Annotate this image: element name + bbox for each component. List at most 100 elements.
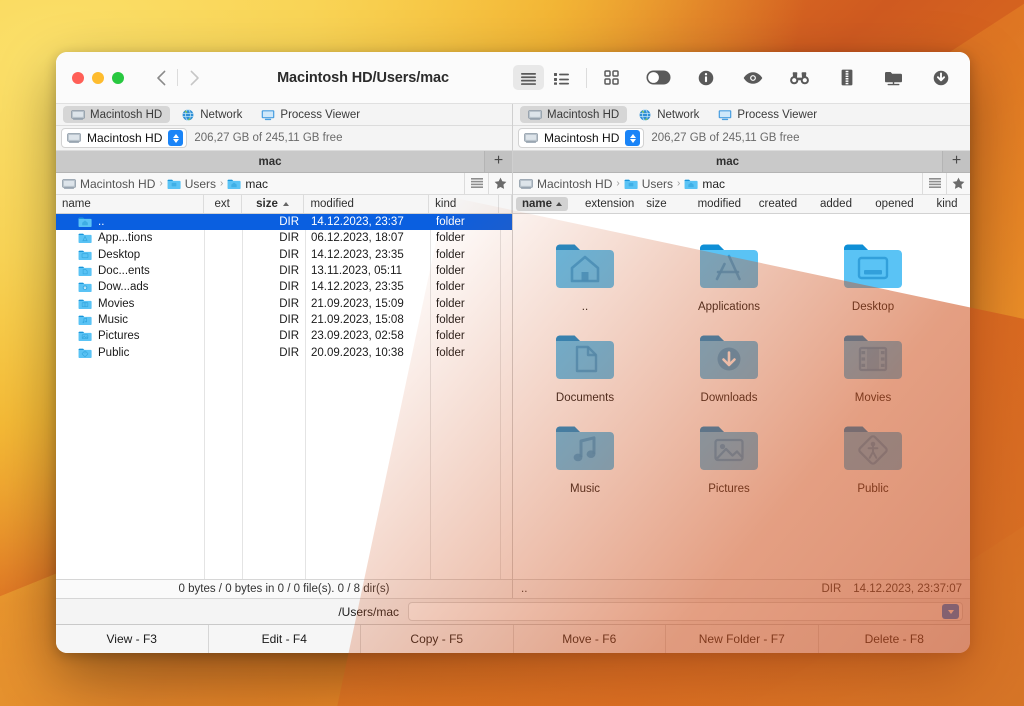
network-folder-button[interactable] [878, 65, 909, 90]
edit-f4-button[interactable]: Edit - F4 [209, 625, 362, 653]
table-row[interactable]: Doc...ents DIR 13.11.2023, 05:11 folder [56, 263, 512, 279]
right-crumb-1[interactable]: Users [624, 177, 673, 191]
left-colhead-spacer [499, 195, 512, 213]
left-file-list[interactable]: .. DIR 14.12.2023, 23:37 folder [56, 214, 512, 579]
right-colhead-size[interactable]: size [640, 195, 691, 213]
grid-item-pictures[interactable]: Pictures [657, 410, 801, 501]
left-add-tab-button[interactable]: + [484, 151, 512, 172]
table-row[interactable]: Dow...ads DIR 14.12.2023, 23:35 folder [56, 279, 512, 295]
move-f6-button[interactable]: Move - F6 [514, 625, 667, 653]
search-button[interactable] [784, 65, 815, 90]
left-drive-tab-label-0: Macintosh HD [90, 109, 162, 121]
downloads-button[interactable] [925, 65, 956, 90]
left-name-label-3: Doc...ents [98, 265, 150, 277]
right-drive-tab-process-viewer[interactable]: Process Viewer [710, 106, 825, 123]
right-drive-tab-macintosh-hd[interactable]: Macintosh HD [520, 106, 627, 123]
view-f3-button[interactable]: View - F3 [56, 625, 209, 653]
left-drive-selector[interactable]: Macintosh HD [61, 128, 187, 148]
table-row[interactable]: Pictures DIR 23.09.2023, 02:58 folder [56, 328, 512, 344]
left-colhead-modified[interactable]: modified [304, 195, 429, 213]
left-cell-modified-4: 14.12.2023, 23:35 [305, 279, 430, 295]
left-colhead-ext[interactable]: ext [204, 195, 242, 213]
right-drive-selector[interactable]: Macintosh HD [518, 128, 644, 148]
right-list-menu-icon[interactable] [922, 173, 946, 194]
right-drive-tab-label-1: Network [657, 109, 699, 121]
left-crumb-2[interactable]: mac [227, 177, 268, 191]
table-row[interactable]: Movies DIR 21.09.2023, 15:09 folder [56, 295, 512, 311]
left-crumb-0[interactable]: Macintosh HD [62, 177, 155, 191]
right-drive-tabs: Macintosh HD Network [513, 104, 970, 126]
left-cell-kind-1: folder [430, 230, 500, 246]
right-folder-tab[interactable]: mac [513, 151, 942, 172]
left-drive-stepper[interactable] [168, 130, 183, 146]
maximize-button[interactable] [112, 72, 124, 84]
table-row[interactable]: .. DIR 14.12.2023, 23:37 folder [56, 214, 512, 230]
left-name-label-8: Public [98, 347, 129, 359]
new-folder-f7-button[interactable]: New Folder - F7 [666, 625, 819, 653]
close-button[interactable] [72, 72, 84, 84]
table-row[interactable]: Public DIR 20.09.2023, 10:38 folder [56, 344, 512, 360]
harddisk-icon [62, 178, 76, 190]
left-cell-name-8: Public [56, 344, 204, 360]
table-row[interactable]: Music DIR 21.09.2023, 15:08 folder [56, 312, 512, 328]
copy-f5-button[interactable]: Copy - F5 [361, 625, 514, 653]
right-drive-stepper[interactable] [625, 130, 640, 146]
right-star-icon[interactable] [946, 173, 970, 194]
left-drive-tab-network[interactable]: Network [173, 106, 250, 123]
right-add-tab-button[interactable]: + [942, 151, 970, 172]
left-folder-tab[interactable]: mac [56, 151, 484, 172]
grid-item-downloads[interactable]: Downloads [657, 319, 801, 410]
table-row[interactable]: Desktop DIR 14.12.2023, 23:35 folder [56, 247, 512, 263]
sort-ascending-icon [283, 202, 289, 206]
table-row[interactable]: App...tions DIR 06.12.2023, 18:07 folder [56, 230, 512, 246]
right-colhead-added[interactable]: added [814, 195, 869, 213]
left-colhead-size[interactable]: size [242, 195, 305, 213]
left-cell-name-5: Movies [56, 295, 204, 311]
right-colhead-extension[interactable]: extension [579, 195, 640, 213]
left-crumb-1[interactable]: Users [167, 177, 216, 191]
minimize-button[interactable] [92, 72, 104, 84]
left-cell-kind-3: folder [430, 263, 500, 279]
toggle-hidden-button[interactable] [643, 65, 674, 90]
grid-item-parent[interactable]: .. [513, 228, 657, 319]
quick-look-button[interactable] [737, 65, 768, 90]
view-thumbnails-button[interactable] [596, 65, 627, 90]
get-info-button[interactable] [690, 65, 721, 90]
right-colhead-modified[interactable]: modified [692, 195, 753, 213]
grid-item-movies[interactable]: Movies [801, 319, 945, 410]
right-colhead-opened[interactable]: opened [869, 195, 930, 213]
view-brief-list-button[interactable] [546, 65, 577, 90]
right-colhead-created[interactable]: created [753, 195, 814, 213]
view-full-list-button[interactable] [513, 65, 544, 90]
forward-arrow-icon[interactable] [181, 65, 207, 91]
chevron-down-icon[interactable] [942, 604, 959, 619]
right-drive-tab-network[interactable]: Network [630, 106, 707, 123]
back-arrow-icon[interactable] [148, 65, 174, 91]
delete-f8-button[interactable]: Delete - F8 [819, 625, 971, 653]
left-colhead-kind[interactable]: kind [429, 195, 499, 213]
grid-item-documents[interactable]: Documents [513, 319, 657, 410]
right-crumb-0[interactable]: Macintosh HD [519, 177, 612, 191]
left-cell-kind-6: folder [430, 312, 500, 328]
left-cell-name-4: Dow...ads [56, 279, 204, 295]
left-drive-tab-process-viewer[interactable]: Process Viewer [253, 106, 368, 123]
right-colhead-name[interactable]: name [513, 195, 579, 213]
right-colhead-kind[interactable]: kind [930, 195, 970, 213]
grid-item-public[interactable]: Public [801, 410, 945, 501]
left-colhead-name[interactable]: name [56, 195, 204, 213]
grid-item-desktop[interactable]: Desktop [801, 228, 945, 319]
grid-item-music[interactable]: Music [513, 410, 657, 501]
left-cell-pad-3 [500, 263, 512, 279]
left-cell-pad-4 [500, 279, 512, 295]
right-crumb-2[interactable]: mac [684, 177, 725, 191]
grid-item-applications[interactable]: Applications [657, 228, 801, 319]
left-star-icon[interactable] [488, 173, 512, 194]
command-input[interactable] [408, 602, 963, 621]
left-cell-name-3: Doc...ents [56, 263, 204, 279]
folder-music-icon [78, 314, 92, 326]
left-drive-tab-macintosh-hd[interactable]: Macintosh HD [63, 106, 170, 123]
left-list-menu-icon[interactable] [464, 173, 488, 194]
right-icon-grid[interactable]: .. Applications [513, 214, 970, 579]
left-cell-pad-7 [500, 328, 512, 344]
archive-button[interactable] [831, 65, 862, 90]
